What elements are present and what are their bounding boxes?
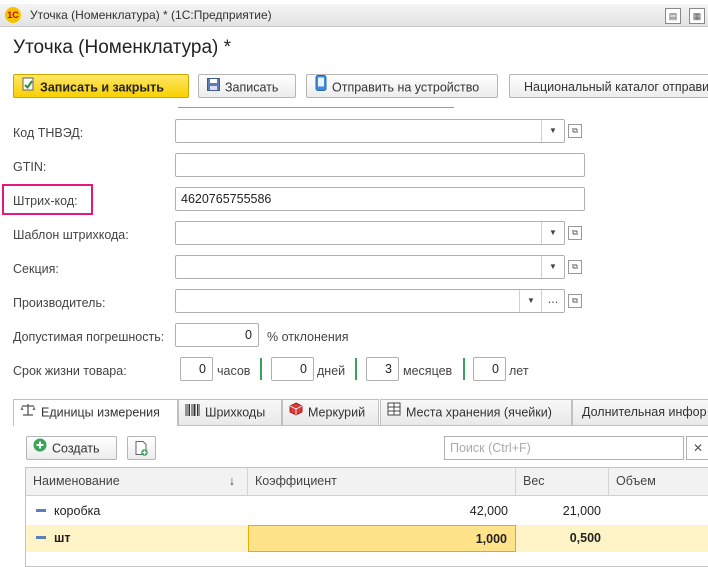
search-input[interactable]: Поиск (Ctrl+F) (444, 436, 684, 460)
device-icon (315, 75, 327, 99)
hours-input[interactable]: 0 (180, 357, 213, 381)
open-icon[interactable]: ⧉ (568, 124, 582, 138)
tab-storage-label: Места хранения (ячейки) (406, 405, 552, 420)
add-document-icon (135, 441, 149, 459)
separator (355, 358, 357, 380)
search-placeholder: Поиск (Ctrl+F) (450, 441, 531, 455)
scales-icon (20, 400, 36, 424)
open-icon[interactable]: ⧉ (568, 226, 582, 240)
separator (463, 358, 465, 380)
tolerance-unit: % отклонения (267, 330, 349, 344)
row-name: коробка (54, 504, 101, 518)
save-label: Записать (225, 80, 279, 95)
days-unit: дней (317, 364, 346, 378)
shelves-icon (387, 400, 401, 424)
clear-icon[interactable]: ✕ (686, 436, 708, 460)
row-weight-cell: 0,500 (569, 531, 601, 545)
tnved-field[interactable]: ▼ (175, 119, 565, 143)
months-input[interactable]: 3 (366, 357, 399, 381)
table-row[interactable]: коробка 42,000 21,000 (26, 498, 708, 525)
barcode-field[interactable]: 4620765755586 (175, 187, 585, 211)
document-save-icon (22, 75, 35, 99)
shelf-life-label: Срок жизни товара: (13, 364, 127, 378)
more-icon[interactable]: ... (541, 290, 564, 312)
window-titlebar: 1С Уточка (Номенклатура) * (1С:Предприят… (0, 4, 708, 27)
chevron-down-icon[interactable]: ▼ (541, 222, 564, 244)
units-table: Наименование ↓ Коэффициент Вес Объем кор… (25, 467, 708, 567)
cube-icon (289, 400, 303, 424)
page-title: Уточка (Номенклатура) * (13, 37, 232, 58)
chevron-down-icon[interactable]: ▼ (541, 256, 564, 278)
tab-additional[interactable]: Долнительная инфор (572, 399, 708, 425)
column-header-name[interactable]: Наименование ↓ (26, 468, 248, 495)
create-label: Создать (52, 441, 100, 456)
hours-unit: часов (217, 364, 251, 378)
open-icon[interactable]: ⧉ (568, 294, 582, 308)
app-logo-icon: 1С (5, 7, 21, 23)
tolerance-input[interactable]: 0 (175, 323, 259, 347)
print-icon[interactable]: ▤ (665, 8, 681, 24)
barcode-label: Штрих-код: (13, 194, 78, 208)
manufacturer-field[interactable]: ▼ ... (175, 289, 565, 313)
months-unit: месяцев (403, 364, 453, 378)
column-header-volume[interactable]: Объем (609, 468, 708, 495)
row-name: шт (54, 531, 71, 545)
item-marker-icon (36, 509, 46, 513)
tab-storage[interactable]: Места хранения (ячейки) (380, 399, 572, 425)
barcode-value: 4620765755586 (181, 192, 272, 206)
row-name-cell: коробка (26, 498, 248, 525)
chevron-down-icon[interactable]: ▼ (541, 120, 564, 142)
tab-units[interactable]: Единицы измерения (13, 399, 178, 426)
row-name-cell: шт (26, 525, 248, 552)
create-button[interactable]: Создать (26, 436, 117, 460)
tab-mercury[interactable]: Меркурий (282, 399, 379, 425)
gtin-label: GTIN: (13, 160, 47, 174)
column-header-weight[interactable]: Вес (516, 468, 609, 495)
section-divider (178, 107, 454, 108)
row-coef-cell-active[interactable]: 1,000 (248, 525, 516, 552)
floppy-icon (207, 75, 220, 99)
column-header-coef[interactable]: Коэффициент (248, 468, 516, 495)
tab-barcodes-label: Шрихкоды (205, 405, 266, 420)
row-coef-cell: 42,000 (469, 504, 508, 518)
days-input[interactable]: 0 (271, 357, 314, 381)
section-field[interactable]: ▼ (175, 255, 565, 279)
gtin-field[interactable] (175, 153, 585, 177)
send-to-device-label: Отправить на устройство (332, 80, 480, 95)
barcode-template-field[interactable]: ▼ (175, 221, 565, 245)
plus-icon (33, 437, 47, 459)
calculator-icon[interactable]: ▦ (689, 8, 705, 24)
table-row-selected[interactable]: шт 1,000 0,500 (26, 525, 708, 552)
copy-button[interactable] (127, 436, 156, 460)
save-and-close-label: Записать и закрыть (40, 80, 164, 95)
sort-arrow-icon: ↓ (228, 474, 235, 488)
save-button[interactable]: Записать (198, 74, 296, 98)
save-and-close-button[interactable]: Записать и закрыть (13, 74, 189, 98)
window-title: Уточка (Номенклатура) * (1С:Предприятие) (30, 8, 272, 22)
tolerance-label: Допустимая погрешность: (13, 330, 165, 344)
national-catalog-button[interactable]: Национальный каталог отправи (509, 74, 708, 98)
send-to-device-button[interactable]: Отправить на устройство (306, 74, 498, 98)
table-header: Наименование ↓ Коэффициент Вес Объем (26, 468, 708, 496)
tab-mercury-label: Меркурий (308, 405, 366, 420)
separator (260, 358, 262, 380)
manufacturer-label: Производитель: (13, 296, 106, 310)
item-marker-icon (36, 536, 46, 540)
section-label: Секция: (13, 262, 59, 276)
column-name-label: Наименование (33, 474, 120, 488)
tab-additional-label: Долнительная инфор (582, 405, 707, 419)
tab-barcodes[interactable]: Шрихкоды (178, 399, 282, 425)
tnved-label: Код ТНВЭД: (13, 126, 84, 140)
barcode-template-label: Шаблон штрихкода: (13, 228, 129, 242)
years-unit: лет (509, 364, 529, 378)
chevron-down-icon[interactable]: ▼ (519, 290, 542, 312)
barcode-icon (185, 400, 200, 424)
years-input[interactable]: 0 (473, 357, 506, 381)
tab-units-label: Единицы измерения (41, 405, 160, 420)
row-weight-cell: 21,000 (562, 504, 601, 518)
open-icon[interactable]: ⧉ (568, 260, 582, 274)
